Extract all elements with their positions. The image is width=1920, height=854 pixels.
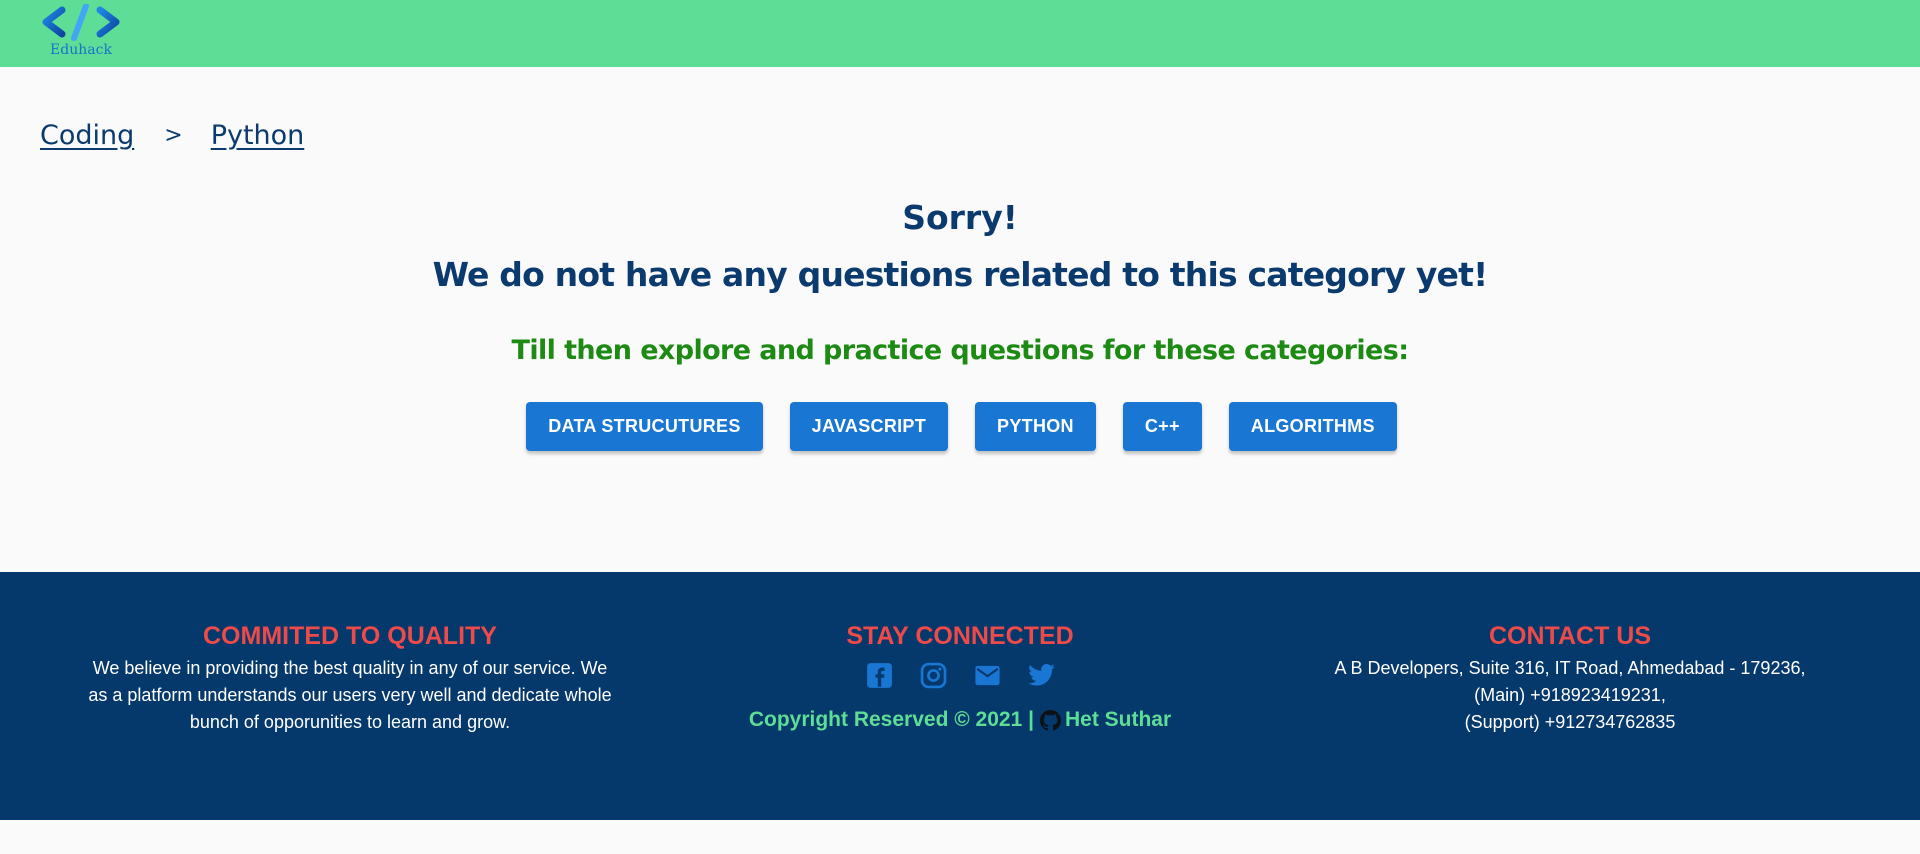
code-brackets-icon: [42, 3, 120, 41]
contact-text: A B Developers, Suite 316, IT Road, Ahme…: [1290, 655, 1850, 736]
footer: COMMITED TO QUALITY We believe in provid…: [0, 572, 1920, 820]
mail-icon[interactable]: [971, 659, 1004, 692]
breadcrumb-python-link[interactable]: Python: [211, 120, 305, 151]
cpp-button[interactable]: C++: [1122, 402, 1202, 451]
data-structures-button[interactable]: DATA STRUCUTURES: [526, 402, 763, 451]
footer-quality-section: COMMITED TO QUALITY We believe in provid…: [60, 622, 640, 736]
quality-heading: COMMITED TO QUALITY: [203, 622, 497, 650]
github-icon: [1039, 709, 1061, 730]
logo-text: Eduhack: [50, 42, 112, 58]
contact-main-phone: (Main) +918923419231,: [1474, 685, 1666, 705]
quality-text: We believe in providing the best quality…: [60, 655, 640, 736]
author-name: Het Suthar: [1064, 708, 1172, 731]
contact-heading: CONTACT US: [1488, 622, 1652, 650]
breadcrumb: Coding > Python: [40, 120, 304, 151]
twitter-icon[interactable]: [1025, 659, 1058, 692]
quality-line: bunch of opporunities to learn and grow.: [189, 712, 511, 732]
copyright-text: Copyright Reserved © 2021 | Het Suthar: [660, 708, 1260, 732]
contact-support-phone: (Support) +912734762835: [1464, 712, 1676, 732]
explore-categories-text: Till then explore and practice questions…: [511, 335, 1409, 366]
category-buttons: DATA STRUCUTURES JAVASCRIPT PYTHON C++ A…: [0, 402, 1920, 451]
copyright-prefix: Copyright Reserved © 2021 |: [748, 708, 1034, 731]
connected-heading: STAY CONNECTED: [846, 622, 1074, 650]
footer-connected-section: STAY CONNECTED Copyright Reserved © 2021…: [660, 622, 1260, 732]
breadcrumb-separator: >: [164, 123, 183, 148]
no-questions-heading: We do not have any questions related to …: [432, 255, 1489, 294]
breadcrumb-coding-link[interactable]: Coding: [40, 120, 134, 151]
instagram-icon[interactable]: [917, 659, 950, 692]
quality-line: We believe in providing the best quality…: [92, 658, 608, 678]
author-github-link[interactable]: Het Suthar: [1039, 708, 1172, 732]
contact-address: A B Developers, Suite 316, IT Road, Ahme…: [1334, 658, 1806, 678]
top-navbar: Eduhack: [0, 0, 1920, 67]
javascript-button[interactable]: JAVASCRIPT: [789, 402, 949, 451]
social-links: [660, 659, 1260, 692]
quality-line: as a platform understands our users very…: [88, 685, 612, 705]
algorithms-button[interactable]: ALGORITHMS: [1228, 402, 1397, 451]
eduhack-logo[interactable]: Eduhack: [40, 3, 122, 60]
sorry-heading: Sorry!: [902, 198, 1018, 237]
python-button[interactable]: PYTHON: [975, 402, 1096, 451]
footer-contact-section: CONTACT US A B Developers, Suite 316, IT…: [1290, 622, 1850, 736]
facebook-icon[interactable]: [863, 659, 896, 692]
